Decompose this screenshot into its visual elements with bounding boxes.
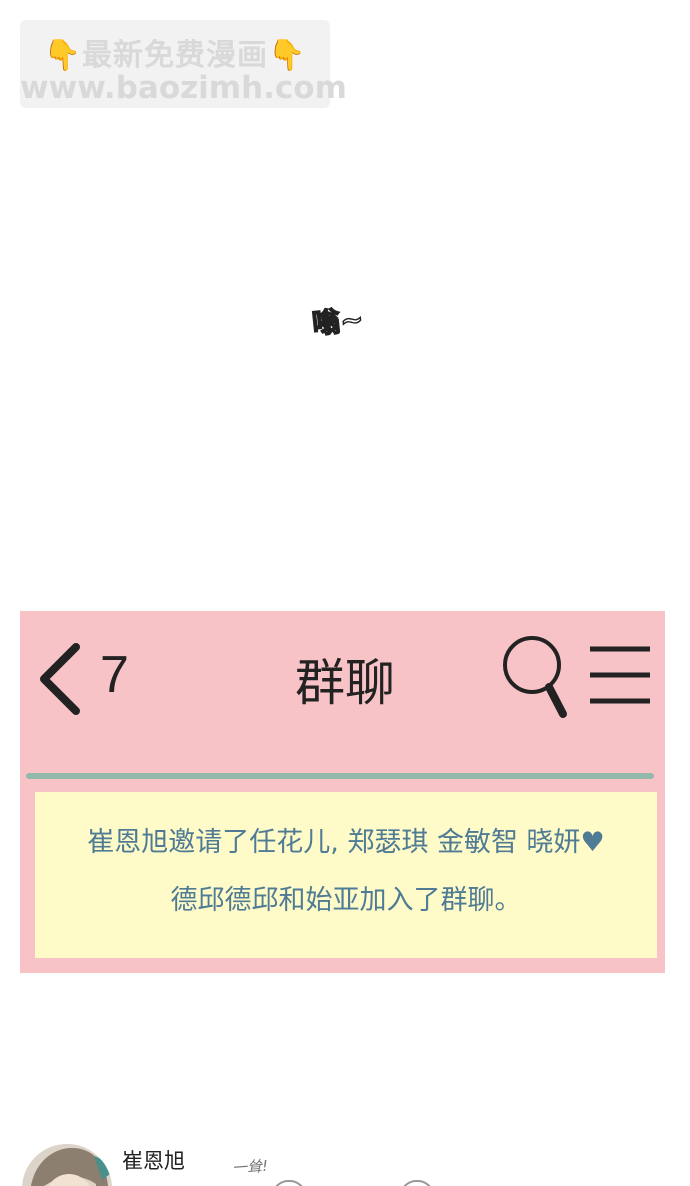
- chevron-left-icon: [40, 643, 80, 715]
- notice-line: 崔恩旭邀请了任花儿, 郑瑟琪 金敏智 晓妍♥: [87, 827, 605, 858]
- group-chat-panel: 7 群聊 崔恩旭邀请了任花儿, 郑瑟琪 金敏智 晓妍♥ 德邱德邱和始亚加入了群聊…: [20, 611, 665, 973]
- system-notice: 崔恩旭邀请了任花儿, 郑瑟琪 金敏智 晓妍♥ 德邱德邱和始亚加入了群聊。: [35, 792, 657, 958]
- sound-effect: 嗡~: [310, 296, 392, 356]
- notice-line: 德邱德邱和始亚加入了群聊。: [170, 885, 522, 916]
- hamburger-menu-icon: [590, 646, 650, 704]
- character-head-peek: [272, 1180, 306, 1186]
- sender-name: 崔恩旭: [122, 1149, 185, 1173]
- character-head-peek: [400, 1180, 434, 1186]
- watermark-url: www.baozimh.com: [20, 70, 347, 106]
- watermark-banner: 👇最新免费漫画👇 www.baozimh.com: [20, 20, 347, 108]
- sound-effect-small: 一耸!: [231, 1156, 269, 1178]
- search-icon: [503, 636, 567, 718]
- header-divider: [26, 773, 654, 779]
- menu-button[interactable]: [588, 641, 654, 707]
- pointing-down-icon: 👇: [268, 38, 307, 73]
- watermark-title: 👇最新免费漫画👇: [20, 30, 330, 74]
- watermark-title-text: 最新免费漫画: [82, 38, 268, 73]
- back-button[interactable]: [36, 641, 86, 717]
- pointing-down-icon: 👇: [43, 38, 82, 73]
- search-button[interactable]: [502, 633, 572, 723]
- unread-count: 7: [100, 646, 129, 704]
- page-title: 群聊: [295, 654, 395, 712]
- sound-effect-text: 嗡~: [310, 302, 366, 342]
- avatar-portrait: [22, 1144, 112, 1186]
- avatar[interactable]: [22, 1144, 112, 1186]
